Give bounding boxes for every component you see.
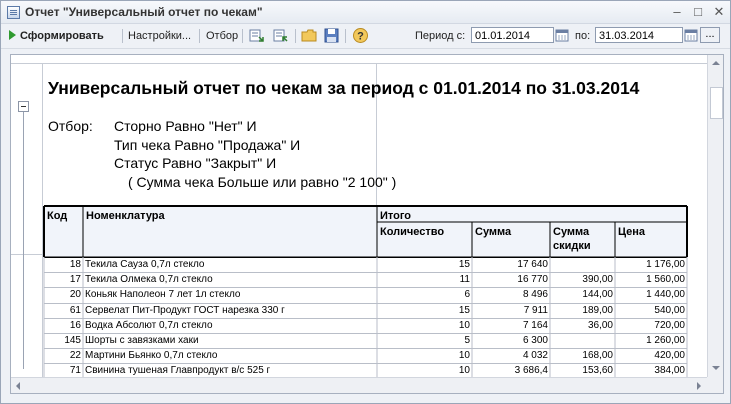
horizontal-scrollbar[interactable]: [11, 377, 707, 393]
title-bar[interactable]: Отчет "Универсальный отчет по чекам" – □…: [1, 1, 730, 24]
column-header-item: Номенклатура: [86, 210, 165, 222]
cell-qty: 15: [458, 259, 470, 270]
cell-code: 20: [69, 289, 81, 301]
scroll-up-icon[interactable]: [712, 61, 720, 65]
cell-sum: 8 496: [522, 289, 548, 301]
close-button[interactable]: ✕: [710, 4, 728, 20]
column-header-qty: Количество: [380, 226, 445, 238]
cell-qty: 5: [464, 335, 470, 346]
cell-code: 22: [69, 350, 81, 362]
cell-price: 420,00: [654, 350, 685, 362]
cell-price: 720,00: [654, 319, 685, 331]
cell-price: 1 260,00: [646, 335, 685, 346]
period-to-label: по:: [575, 30, 591, 42]
column-header-sum: Сумма: [475, 226, 512, 238]
play-icon: [9, 30, 16, 40]
cell-item: Мартини Бьянко 0,7л стекло: [85, 350, 218, 362]
calendar-icon[interactable]: [555, 27, 569, 43]
toolbar-separator: [242, 29, 243, 43]
report-spreadsheet[interactable]: Универсальный отчет по чекам за период с…: [10, 54, 724, 394]
cell-item: Шорты с завязками хаки: [85, 335, 199, 346]
column-header-price: Цена: [618, 226, 646, 238]
cell-price: 1 176,00: [646, 259, 685, 270]
scrollbar-corner: [707, 377, 723, 393]
scroll-right-icon[interactable]: [697, 382, 701, 390]
cell-code: 61: [69, 304, 81, 316]
toolbar-separator: [295, 29, 296, 43]
scroll-down-icon[interactable]: [712, 366, 720, 370]
vertical-scrollbar[interactable]: [707, 55, 723, 377]
cell-price: 540,00: [654, 304, 685, 316]
help-icon-label: ?: [357, 31, 364, 43]
cell-sum: 7 164: [522, 319, 548, 331]
cell-discount: 168,00: [582, 350, 613, 362]
toolbar: Сформировать Настройки... Отбор ? Период…: [1, 24, 730, 49]
open-folder-icon[interactable]: [301, 27, 318, 44]
cell-sum: 16 770: [517, 274, 548, 286]
cell-discount: 390,00: [582, 274, 613, 286]
cell-qty: 15: [458, 304, 470, 316]
cell-item: Коньяк Наполеон 7 лет 1л стекло: [85, 289, 241, 301]
cell-discount: 36,00: [587, 319, 613, 331]
cell-item: Сервелат Пит-Продукт ГОСТ нарезка 330 г: [85, 304, 285, 316]
cell-code: 145: [64, 335, 81, 346]
column-header-discount-line: Сумма: [553, 226, 590, 238]
column-header-discount: Сумма скидки: [550, 223, 615, 255]
filter-button[interactable]: Отбор: [206, 27, 238, 45]
generate-label: Сформировать: [20, 30, 104, 42]
scroll-left-icon[interactable]: [16, 382, 20, 390]
expand-groups-icon[interactable]: [248, 27, 265, 44]
cell-discount: 144,00: [582, 289, 613, 301]
report-window: Отчет "Универсальный отчет по чекам" – □…: [0, 0, 731, 404]
maximize-button[interactable]: □: [689, 4, 707, 20]
cell-price: 1 440,00: [646, 289, 685, 301]
cell-item: Водка Абсолют 0,7л стекло: [85, 319, 213, 331]
column-header-discount-line: скидки: [553, 240, 591, 252]
column-header-code: Код: [47, 210, 68, 222]
cell-sum: 6 300: [522, 335, 548, 346]
toolbar-separator: [345, 29, 346, 43]
cell-price: 1 560,00: [646, 274, 685, 286]
minimize-button[interactable]: –: [668, 4, 686, 20]
report-window-icon: [7, 6, 20, 19]
period-from-label: Период с:: [415, 30, 466, 42]
cell-qty: 10: [458, 350, 470, 362]
period-from-field[interactable]: 01.01.2014: [471, 27, 554, 43]
calendar-icon[interactable]: [684, 27, 698, 43]
period-select-button[interactable]: ...: [700, 27, 720, 43]
settings-button[interactable]: Настройки...: [128, 27, 191, 45]
cell-code: 18: [69, 259, 81, 270]
cell-qty: 11: [459, 274, 470, 286]
generate-button[interactable]: Сформировать: [9, 27, 104, 45]
period-to-field[interactable]: 31.03.2014: [595, 27, 683, 43]
vertical-scroll-thumb[interactable]: [710, 87, 723, 119]
save-icon[interactable]: [323, 27, 340, 44]
window-title: Отчет "Универсальный отчет по чекам": [25, 5, 263, 19]
cell-item: Текила Сауза 0,7л стекло: [85, 259, 205, 270]
cell-sum: 7 911: [523, 304, 548, 316]
toolbar-separator: [199, 29, 200, 43]
cell-code: 17: [69, 274, 81, 286]
help-icon[interactable]: ?: [352, 27, 369, 44]
cell-sum: 17 640: [517, 259, 548, 270]
toolbar-separator: [122, 29, 123, 43]
collapse-groups-icon[interactable]: [272, 27, 289, 44]
cell-sum: 4 032: [522, 350, 548, 362]
cell-qty: 6: [464, 289, 470, 301]
cell-qty: 10: [458, 319, 470, 331]
cell-code: 16: [69, 319, 81, 331]
cell-item: Текила Олмека 0,7л стекло: [85, 274, 213, 286]
cell-discount: 189,00: [582, 304, 613, 316]
